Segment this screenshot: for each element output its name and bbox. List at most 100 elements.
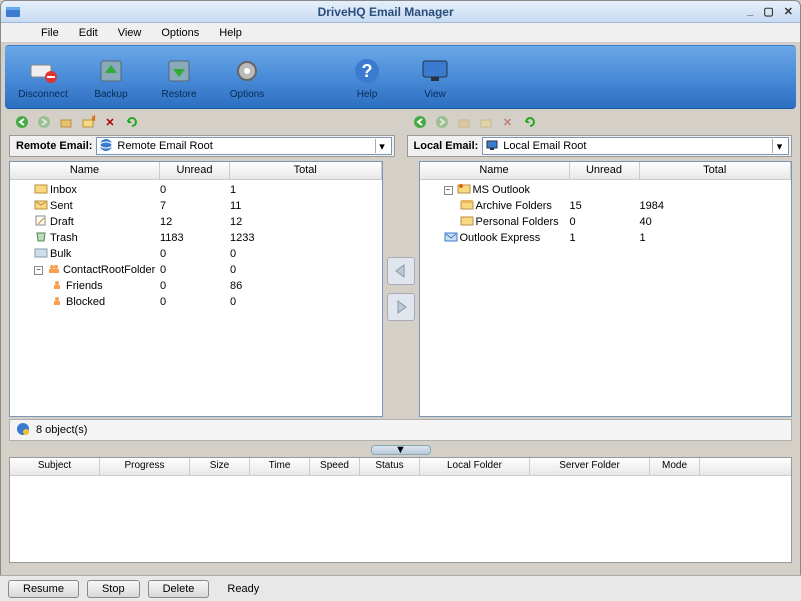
total-count: 1233	[230, 232, 382, 244]
total-count: 0	[230, 296, 382, 308]
col-total[interactable]: Total	[230, 162, 382, 179]
restore-button[interactable]: Restore	[151, 55, 207, 100]
expander-icon[interactable]: −	[444, 186, 453, 195]
unread-count: 1183	[160, 232, 230, 244]
delete-button[interactable]: Delete	[148, 580, 210, 598]
tree-row[interactable]: −ContactRootFolder00	[10, 262, 382, 278]
remote-refresh-button[interactable]	[123, 113, 141, 131]
transfer-col-speed[interactable]: Speed	[310, 458, 360, 475]
local-refresh-button[interactable]	[521, 113, 539, 131]
menu-file[interactable]: File	[31, 25, 69, 41]
transfer-col-status[interactable]: Status	[360, 458, 420, 475]
arrow-right-button[interactable]	[387, 293, 415, 321]
folder-icon	[34, 215, 48, 229]
expander-icon[interactable]: −	[34, 266, 43, 275]
close-button[interactable]: ✕	[781, 5, 796, 18]
transfer-col-progress[interactable]: Progress	[100, 458, 190, 475]
transfer-col-subject[interactable]: Subject	[10, 458, 100, 475]
remote-mini-toolbar: ✱ ✕	[9, 111, 395, 133]
collapse-handle[interactable]: ▼	[371, 445, 431, 455]
total-count: 1	[230, 184, 382, 196]
backup-button[interactable]: Backup	[83, 55, 139, 100]
transfer-col-local-folder[interactable]: Local Folder	[420, 458, 530, 475]
tree-row[interactable]: Trash11831233	[10, 230, 382, 246]
col-unread[interactable]: Unread	[160, 162, 230, 179]
tree-row[interactable]: Sent711	[10, 198, 382, 214]
tree-row[interactable]: Draft1212	[10, 214, 382, 230]
menu-help[interactable]: Help	[209, 25, 252, 41]
computer-icon	[485, 138, 499, 155]
total-count: 0	[230, 248, 382, 260]
transfer-col-time[interactable]: Time	[250, 458, 310, 475]
window-title: DriveHQ Email Manager	[27, 5, 744, 19]
folder-name: Sent	[50, 200, 73, 212]
tree-row[interactable]: Friends086	[10, 278, 382, 294]
window-controls: _ ▢ ✕	[744, 5, 796, 18]
local-root-select[interactable]: Local Email Root ▾	[482, 137, 789, 155]
unread-count: 0	[160, 280, 230, 292]
folder-name: Archive Folders	[476, 200, 552, 212]
col-name[interactable]: Name	[420, 162, 570, 179]
options-button[interactable]: Options	[219, 55, 275, 100]
col-total[interactable]: Total	[640, 162, 792, 179]
tree-row[interactable]: Inbox01	[10, 182, 382, 198]
total-count: 0	[230, 264, 382, 276]
minimize-button[interactable]: _	[744, 5, 756, 18]
local-forward-button[interactable]	[433, 113, 451, 131]
menu-options[interactable]: Options	[151, 25, 209, 41]
local-delete-button[interactable]: ✕	[499, 113, 517, 131]
tree-row[interactable]: Blocked00	[10, 294, 382, 310]
unread-count: 0	[160, 184, 230, 196]
remote-forward-button[interactable]	[35, 113, 53, 131]
object-count-text: 8 object(s)	[36, 424, 87, 436]
menu-view[interactable]: View	[108, 25, 152, 41]
help-button[interactable]: ? Help	[339, 55, 395, 100]
transfer-col-mode[interactable]: Mode	[650, 458, 700, 475]
remote-back-button[interactable]	[13, 113, 31, 131]
unread-count: 12	[160, 216, 230, 228]
remote-delete-button[interactable]: ✕	[101, 113, 119, 131]
local-tree-body[interactable]: −MS OutlookArchive Folders151984Personal…	[420, 180, 792, 416]
col-name[interactable]: Name	[10, 162, 160, 179]
folder-icon	[34, 183, 48, 197]
folder-icon	[444, 231, 458, 245]
col-unread[interactable]: Unread	[570, 162, 640, 179]
menu-edit[interactable]: Edit	[69, 25, 108, 41]
stop-button[interactable]: Stop	[87, 580, 140, 598]
view-button[interactable]: View	[407, 55, 463, 100]
unread-count: 7	[160, 200, 230, 212]
unread-count: 1	[570, 232, 640, 244]
disconnect-icon	[27, 55, 59, 87]
disconnect-button[interactable]: Disconnect	[15, 55, 71, 100]
transfer-col-server-folder[interactable]: Server Folder	[530, 458, 650, 475]
local-new-folder-button[interactable]	[477, 113, 495, 131]
local-up-button[interactable]	[455, 113, 473, 131]
folder-icon	[50, 295, 64, 309]
folder-icon	[460, 215, 474, 229]
remote-root-select[interactable]: Remote Email Root ▾	[96, 137, 391, 155]
remote-up-button[interactable]	[57, 113, 75, 131]
chevron-down-icon: ▾	[772, 139, 786, 153]
folder-icon	[47, 263, 61, 277]
arrow-left-button[interactable]	[387, 257, 415, 285]
tree-row[interactable]: Bulk00	[10, 246, 382, 262]
globe-icon	[16, 422, 30, 439]
maximize-button[interactable]: ▢	[760, 5, 776, 18]
tree-row[interactable]: Outlook Express11	[420, 230, 792, 246]
transfer-col-size[interactable]: Size	[190, 458, 250, 475]
resume-button[interactable]: Resume	[8, 580, 79, 598]
restore-label: Restore	[161, 89, 196, 100]
remote-new-folder-button[interactable]: ✱	[79, 113, 97, 131]
tree-row[interactable]: Personal Folders040	[420, 214, 792, 230]
folder-icon	[34, 247, 48, 261]
local-back-button[interactable]	[411, 113, 429, 131]
folder-icon	[460, 199, 474, 213]
transfer-header: SubjectProgressSizeTimeSpeedStatusLocal …	[10, 458, 791, 476]
tree-row[interactable]: −MS Outlook	[420, 182, 792, 198]
folder-icon	[457, 183, 471, 197]
total-count: 86	[230, 280, 382, 292]
tree-row[interactable]: Archive Folders151984	[420, 198, 792, 214]
remote-tree-body[interactable]: Inbox01Sent711Draft1212Trash11831233Bulk…	[10, 180, 382, 416]
restore-icon	[163, 55, 195, 87]
remote-tree-pane: Name Unread Total Inbox01Sent711Draft121…	[9, 161, 383, 417]
